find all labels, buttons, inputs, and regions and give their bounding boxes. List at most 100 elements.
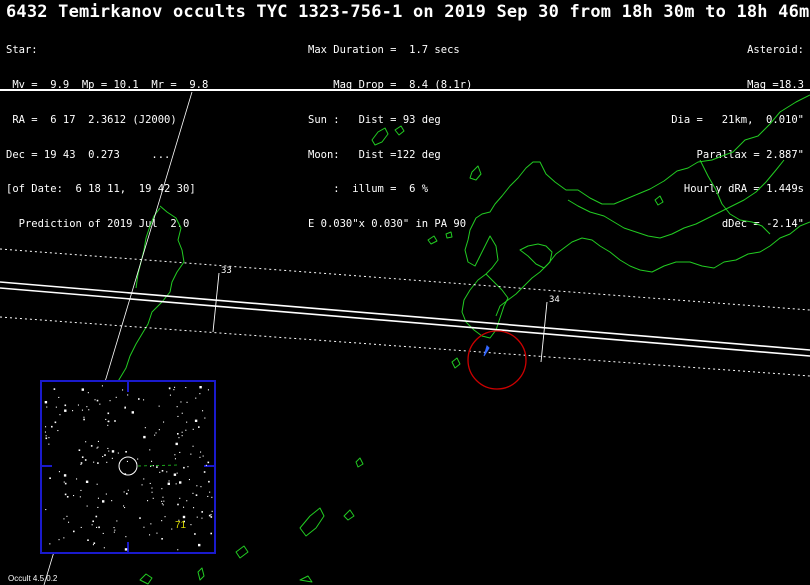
background-star: [162, 496, 164, 498]
background-star: [192, 492, 194, 494]
background-star: [144, 427, 146, 429]
background-star: [195, 494, 198, 496]
background-star: [58, 396, 60, 398]
background-star: [188, 479, 190, 481]
time-tick-label: 34: [549, 295, 560, 305]
background-star: [80, 462, 83, 464]
background-star: [202, 410, 204, 412]
background-star: [45, 426, 47, 428]
background-star: [86, 406, 88, 408]
background-star: [83, 418, 85, 421]
background-star: [185, 387, 187, 389]
background-star: [210, 514, 212, 516]
background-star: [208, 480, 210, 483]
background-star: [143, 435, 146, 439]
background-star: [181, 435, 183, 437]
background-star: [177, 415, 179, 417]
background-star: [83, 416, 85, 418]
background-star: [123, 505, 125, 507]
background-star: [114, 420, 116, 422]
background-star: [125, 451, 127, 453]
background-star: [59, 414, 61, 416]
background-star: [73, 530, 75, 533]
background-star: [186, 500, 188, 502]
background-star: [149, 482, 151, 484]
background-star: [152, 465, 154, 467]
background-star: [143, 478, 145, 480]
background-star: [48, 443, 50, 445]
background-star: [94, 399, 96, 401]
background-star: [49, 477, 51, 479]
time-tick: [540, 301, 548, 363]
site-marker-icon: [483, 345, 490, 357]
background-star: [210, 532, 212, 535]
background-star: [169, 394, 171, 396]
background-star: [85, 480, 89, 483]
version-label: Occult 4.5.0.2: [8, 574, 58, 583]
background-star: [86, 505, 88, 507]
background-star: [97, 462, 99, 464]
background-star: [72, 410, 74, 412]
background-star: [183, 506, 185, 508]
coastline-island: [355, 457, 364, 468]
background-star: [186, 421, 188, 423]
background-star: [55, 406, 57, 408]
background-star: [54, 421, 57, 424]
background-star: [92, 544, 94, 546]
background-star: [154, 434, 156, 436]
background-star: [80, 463, 82, 465]
background-star: [107, 412, 110, 415]
background-star: [193, 507, 195, 509]
background-star: [177, 503, 179, 506]
background-star: [141, 484, 143, 486]
background-star: [199, 393, 201, 395]
background-star: [63, 474, 67, 477]
background-star: [64, 409, 67, 412]
background-star: [95, 515, 98, 518]
background-star: [45, 509, 47, 511]
background-star: [64, 482, 67, 485]
coastline-island: [394, 125, 405, 136]
background-star: [200, 451, 202, 453]
coastline-island: [343, 509, 355, 521]
background-star: [102, 532, 104, 534]
background-star: [88, 409, 90, 411]
background-star: [111, 457, 113, 459]
background-star: [81, 388, 84, 391]
background-star: [196, 485, 198, 487]
background-star: [161, 538, 163, 540]
background-star: [196, 516, 198, 518]
background-star: [122, 389, 124, 391]
background-star: [66, 496, 69, 498]
coastline-island: [235, 545, 249, 559]
coastline-island: [451, 357, 461, 369]
background-star: [79, 496, 81, 498]
background-star: [186, 401, 188, 403]
coastline-island: [427, 235, 438, 245]
background-star: [155, 432, 157, 434]
background-star: [117, 452, 119, 454]
background-star: [156, 466, 158, 468]
background-star: [204, 417, 206, 419]
coastline-island: [469, 165, 482, 181]
background-star: [127, 489, 129, 491]
background-star: [174, 458, 176, 460]
coastline-east-coast: [699, 159, 771, 235]
background-star: [161, 503, 163, 505]
background-star: [44, 401, 48, 404]
background-star: [113, 531, 115, 533]
background-star: [187, 466, 189, 468]
background-star: [107, 420, 109, 422]
background-star: [208, 514, 211, 517]
background-star: [168, 480, 170, 482]
background-star: [113, 527, 115, 529]
background-star: [87, 392, 89, 394]
background-star: [103, 547, 105, 549]
background-star: [177, 433, 179, 435]
background-star: [90, 445, 93, 447]
background-star: [168, 387, 171, 389]
background-star: [158, 429, 160, 431]
background-star: [152, 497, 154, 499]
background-star: [173, 389, 175, 391]
background-star: [97, 506, 99, 508]
